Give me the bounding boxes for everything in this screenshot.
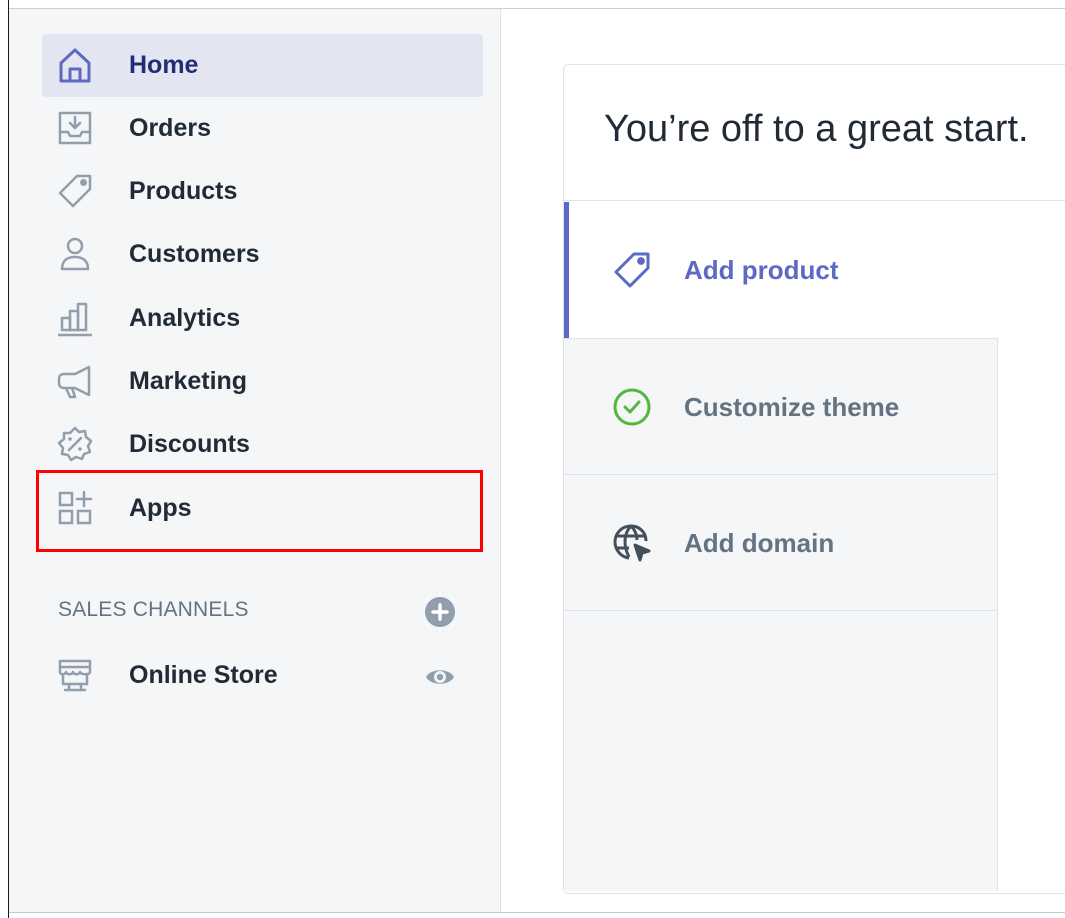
- card-divider: [564, 200, 1065, 201]
- sidebar-item-orders[interactable]: Orders: [42, 97, 483, 160]
- task-divider: [564, 610, 997, 611]
- sidebar-item-marketing[interactable]: Marketing: [42, 350, 483, 413]
- sidebar-item-label: Orders: [129, 114, 211, 142]
- task-label: Add product: [684, 255, 839, 285]
- task-label: Add domain: [684, 528, 835, 558]
- sales-channels-heading: SALES CHANNELS: [58, 598, 249, 621]
- sidebar-item-label: Online Store: [129, 661, 278, 689]
- person-icon: [54, 233, 96, 275]
- sidebar-item-analytics[interactable]: Analytics: [42, 287, 483, 350]
- sidebar-item-label: Analytics: [129, 304, 241, 332]
- megaphone-icon: [54, 360, 96, 402]
- bar-chart-icon: [54, 297, 96, 339]
- eye-icon[interactable]: [424, 663, 456, 691]
- task-add-domain[interactable]: Add domain: [564, 475, 997, 611]
- sidebar-item-online-store[interactable]: Online Store: [42, 644, 483, 707]
- task-customize-theme[interactable]: Customize theme: [564, 339, 997, 475]
- sidebar-item-label: Customers: [129, 240, 260, 268]
- home-icon: [54, 44, 96, 86]
- sidebar-item-label: Marketing: [129, 367, 248, 395]
- tag-icon: [54, 170, 96, 212]
- globe-cursor-icon: [610, 521, 654, 565]
- store-icon: [54, 654, 96, 696]
- check-circle-icon: [610, 385, 654, 429]
- sidebar-item-discounts[interactable]: Discounts: [42, 413, 483, 476]
- sidebar-item-products[interactable]: Products: [42, 160, 483, 223]
- sidebar-item-label: Home: [129, 51, 199, 79]
- active-task-indicator: [564, 202, 569, 338]
- sidebar-item-home[interactable]: Home: [42, 34, 483, 97]
- orders-icon: [54, 107, 96, 149]
- sidebar-item-label: Products: [129, 177, 238, 205]
- apps-highlight-box: [36, 470, 483, 552]
- discount-icon: [54, 423, 96, 465]
- task-add-product[interactable]: Add product: [564, 202, 1065, 338]
- sidebar-item-customers[interactable]: Customers: [42, 223, 483, 286]
- plus-circle-icon[interactable]: [424, 596, 456, 628]
- sidebar-item-label: Discounts: [129, 430, 250, 458]
- task-label: Customize theme: [684, 392, 900, 422]
- bottom-border: [9, 912, 1065, 913]
- tag-icon: [610, 248, 654, 292]
- card-title: You’re off to a great start.: [604, 108, 1029, 150]
